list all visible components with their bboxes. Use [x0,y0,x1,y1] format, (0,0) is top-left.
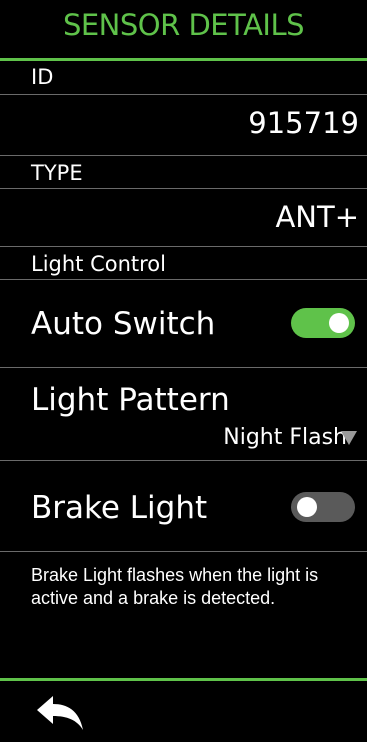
type-value-divider [0,246,367,247]
light-pattern-dropdown[interactable]: Night Flash [223,424,357,452]
light-pattern-value: Night Flash [223,425,347,450]
auto-switch-label: Auto Switch [31,306,216,342]
id-divider [0,94,367,95]
back-button[interactable] [33,692,89,734]
footer-divider [0,678,367,681]
type-value: ANT+ [275,200,359,234]
auto-switch-toggle[interactable] [291,308,355,338]
toggle-knob [329,313,349,333]
brake-light-label: Brake Light [31,490,208,526]
header-divider [0,58,367,61]
dropdown-arrow-icon [341,431,357,445]
id-value: 915719 [248,106,359,140]
page-title: SENSOR DETAILS [62,8,305,42]
id-label: ID [31,65,54,89]
toggle-knob [297,497,317,517]
brake-light-help-text: Brake Light flashes when the light is ac… [31,565,319,608]
auto-switch-divider [0,367,367,368]
id-value-divider [0,155,367,156]
light-pattern-label: Light Pattern [31,382,230,418]
brake-light-toggle[interactable] [291,492,355,522]
back-arrow-icon [37,696,83,730]
brake-light-divider [0,551,367,552]
light-control-label: Light Control [31,252,166,276]
light-pattern-divider [0,460,367,461]
type-divider [0,188,367,189]
type-label: TYPE [31,161,83,185]
light-control-divider [0,279,367,280]
